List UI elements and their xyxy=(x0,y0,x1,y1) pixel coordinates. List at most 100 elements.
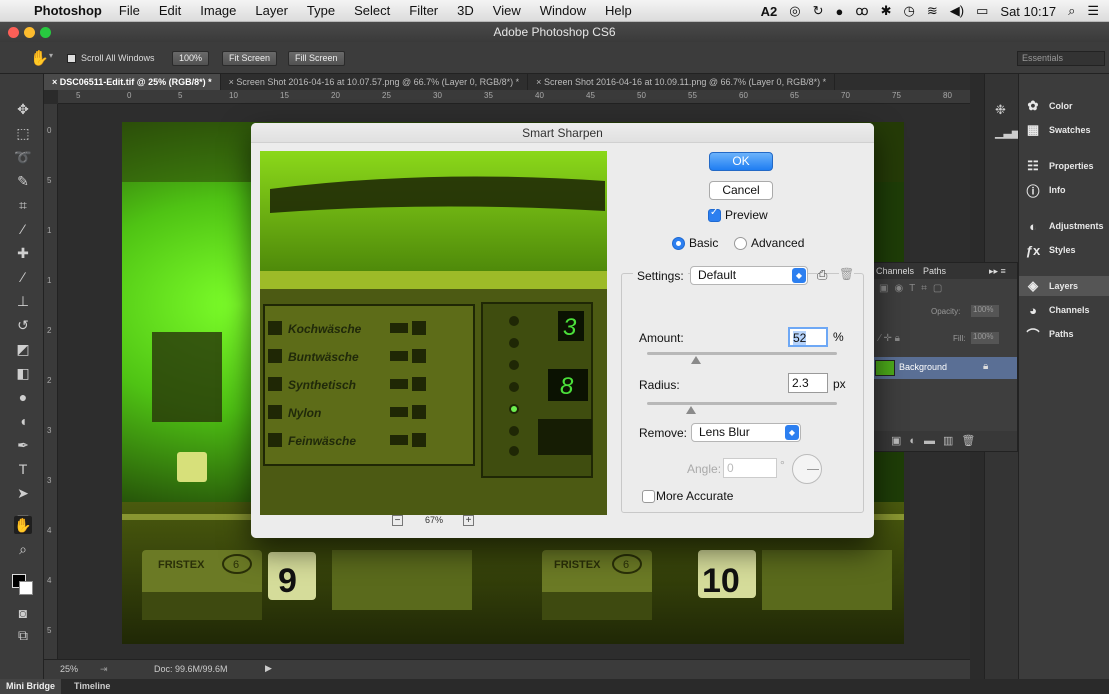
navigator-icon[interactable]: ❉ xyxy=(995,102,1006,118)
histogram-icon[interactable]: ▁▃▅ xyxy=(995,126,1020,139)
screen-mode-icon[interactable]: ⧉ xyxy=(14,626,32,644)
healing-brush-tool-icon[interactable]: ✚ xyxy=(14,244,32,262)
amount-slider-track[interactable] xyxy=(647,352,837,355)
panel-menu-icon[interactable]: ▸▸ ≡ xyxy=(989,263,1006,279)
export-icon[interactable]: ⇥ xyxy=(100,664,108,675)
fill-field[interactable]: 100% xyxy=(971,332,999,344)
layer-row-background[interactable]: Background 🔒︎ xyxy=(871,357,1017,379)
menu-view[interactable]: View xyxy=(493,3,521,18)
sync-icon[interactable]: ↻ xyxy=(813,3,824,19)
tab-timeline[interactable]: Timeline xyxy=(74,679,110,694)
panel-properties[interactable]: ☷ Properties xyxy=(1025,156,1093,176)
adobe-status-icon[interactable]: A2 xyxy=(761,4,778,19)
menu-edit[interactable]: Edit xyxy=(159,3,181,18)
crop-tool-icon[interactable]: ⌗ xyxy=(14,196,32,214)
menu-layer[interactable]: Layer xyxy=(255,3,288,18)
eraser-tool-icon[interactable]: ◩ xyxy=(14,340,32,358)
tab-close-icon[interactable]: × xyxy=(52,77,60,87)
notification-list-icon[interactable]: ☰ xyxy=(1087,3,1099,19)
close-window-button[interactable] xyxy=(8,27,19,38)
menu-window[interactable]: Window xyxy=(540,3,586,18)
minimize-window-button[interactable] xyxy=(24,27,35,38)
quick-mask-icon[interactable]: ◙ xyxy=(14,604,32,622)
tab-document-2[interactable]: × Screen Shot 2016-04-16 at 10.07.57.png… xyxy=(221,74,529,90)
workspace-select[interactable]: Essentials xyxy=(1017,51,1105,66)
panel-info[interactable]: ⓘ Info xyxy=(1025,180,1065,200)
clone-stamp-tool-icon[interactable]: ⊥ xyxy=(14,292,32,310)
zoom-tool-icon[interactable]: ⌕ xyxy=(14,540,32,558)
dialog-preview-pane[interactable]: Kochwäsche Buntwäsche Synthetisch Nylon … xyxy=(260,151,607,515)
record-icon[interactable]: ● xyxy=(836,4,844,19)
dodge-tool-icon[interactable]: ◖ xyxy=(14,412,32,430)
panel-color[interactable]: ✿ Color xyxy=(1025,96,1073,116)
cancel-button[interactable]: Cancel xyxy=(709,181,773,200)
tab-channels[interactable]: Channels xyxy=(876,263,914,279)
more-accurate-checkbox[interactable] xyxy=(642,490,655,503)
move-tool-icon[interactable]: ✥ xyxy=(14,100,32,118)
panel-styles[interactable]: ƒx Styles xyxy=(1025,240,1076,260)
history-brush-tool-icon[interactable]: ↺ xyxy=(14,316,32,334)
tab-document-3[interactable]: × Screen Shot 2016-04-16 at 10.09.11.png… xyxy=(528,74,836,90)
eyedropper-tool-icon[interactable]: ⁄ xyxy=(14,220,32,238)
path-selection-tool-icon[interactable]: ➤ xyxy=(14,484,32,502)
settings-select[interactable]: Default ◆ xyxy=(690,266,808,285)
wifi-icon[interactable]: ≋ xyxy=(927,3,938,19)
radius-slider-thumb[interactable] xyxy=(685,406,696,414)
panel-channels[interactable]: ◕ Channels xyxy=(1025,300,1089,320)
menu-type[interactable]: Type xyxy=(307,3,335,18)
lasso-tool-icon[interactable]: ➰ xyxy=(14,148,32,166)
hand-tool-icon[interactable]: ✋ xyxy=(30,49,49,67)
bluetooth-icon[interactable]: ✱ xyxy=(881,3,892,19)
time-machine-icon[interactable]: ◷ xyxy=(904,3,915,19)
fit-screen-button[interactable]: Fit Screen xyxy=(222,51,278,66)
zoom-100-button[interactable]: 100% xyxy=(172,51,210,66)
lock-icons[interactable]: ⁄ ✛ 🔒︎ xyxy=(879,333,900,344)
scroll-all-windows-checkbox[interactable] xyxy=(67,54,76,63)
preview-zoom-in-button[interactable]: + xyxy=(463,515,474,526)
zoom-level[interactable]: 25% xyxy=(60,664,78,674)
tab-document-1[interactable]: × DSC06511-Edit.tif @ 25% (RGB/8*) * xyxy=(44,74,221,90)
ok-button[interactable]: OK xyxy=(709,152,773,171)
radius-slider-track[interactable] xyxy=(647,402,837,405)
menu-image[interactable]: Image xyxy=(200,3,236,18)
delete-preset-icon[interactable]: 🗑︎ xyxy=(839,267,855,281)
tab-paths[interactable]: Paths xyxy=(923,263,946,279)
angle-field[interactable]: 0 xyxy=(723,458,777,478)
panel-swatches[interactable]: ▦ Swatches xyxy=(1025,120,1091,140)
battery-icon[interactable]: ▭ xyxy=(976,3,988,19)
background-color-swatch[interactable] xyxy=(19,581,33,595)
quick-select-tool-icon[interactable]: ✎ xyxy=(14,172,32,190)
save-preset-icon[interactable]: ⎙ xyxy=(817,267,828,283)
volume-icon[interactable]: ◀) xyxy=(950,3,964,19)
glasses-icon[interactable]: ꝏ xyxy=(855,3,868,19)
amount-field[interactable]: 52 xyxy=(788,327,828,347)
clock[interactable]: Sat 10:17 xyxy=(1000,4,1056,19)
menu-3d[interactable]: 3D xyxy=(457,3,474,18)
tab-close-icon[interactable]: × xyxy=(536,77,544,87)
layer-filter-icons[interactable]: ▣◉T⌗▢ xyxy=(879,283,948,294)
layer-actions-bar[interactable]: ▣◐▬▥🗑︎ xyxy=(871,431,1017,451)
type-tool-icon[interactable]: T xyxy=(14,460,32,478)
gradient-tool-icon[interactable]: ◧ xyxy=(14,364,32,382)
menu-filter[interactable]: Filter xyxy=(409,3,438,18)
panel-paths[interactable]: ⌒ Paths xyxy=(1025,324,1073,344)
status-menu-arrow-icon[interactable]: ▶ xyxy=(265,663,272,674)
tool-preset-chevron-icon[interactable]: ▾ xyxy=(49,51,53,60)
panel-layers[interactable]: ◈ Layers xyxy=(1019,276,1109,296)
remove-select[interactable]: Lens Blur ◆ xyxy=(691,423,801,442)
brush-tool-icon[interactable]: ∕ xyxy=(14,268,32,286)
checkmark-circle-icon[interactable]: ◎ xyxy=(789,3,800,19)
menu-help[interactable]: Help xyxy=(605,3,632,18)
marquee-tool-icon[interactable]: ⬚ xyxy=(14,124,32,142)
menu-file[interactable]: File xyxy=(119,3,140,18)
menu-app-name[interactable]: Photoshop xyxy=(34,3,102,18)
opacity-field[interactable]: 100% xyxy=(971,305,999,317)
blur-tool-icon[interactable]: ● xyxy=(14,388,32,406)
amount-slider-thumb[interactable] xyxy=(691,356,702,364)
preview-zoom-out-button[interactable]: − xyxy=(392,515,403,526)
menu-select[interactable]: Select xyxy=(354,3,390,18)
tab-mini-bridge[interactable]: Mini Bridge xyxy=(0,679,61,694)
advanced-radio[interactable] xyxy=(734,237,747,250)
hand-tool-active-icon[interactable]: ✋ xyxy=(14,516,32,534)
radius-field[interactable]: 2.3 xyxy=(788,373,828,393)
